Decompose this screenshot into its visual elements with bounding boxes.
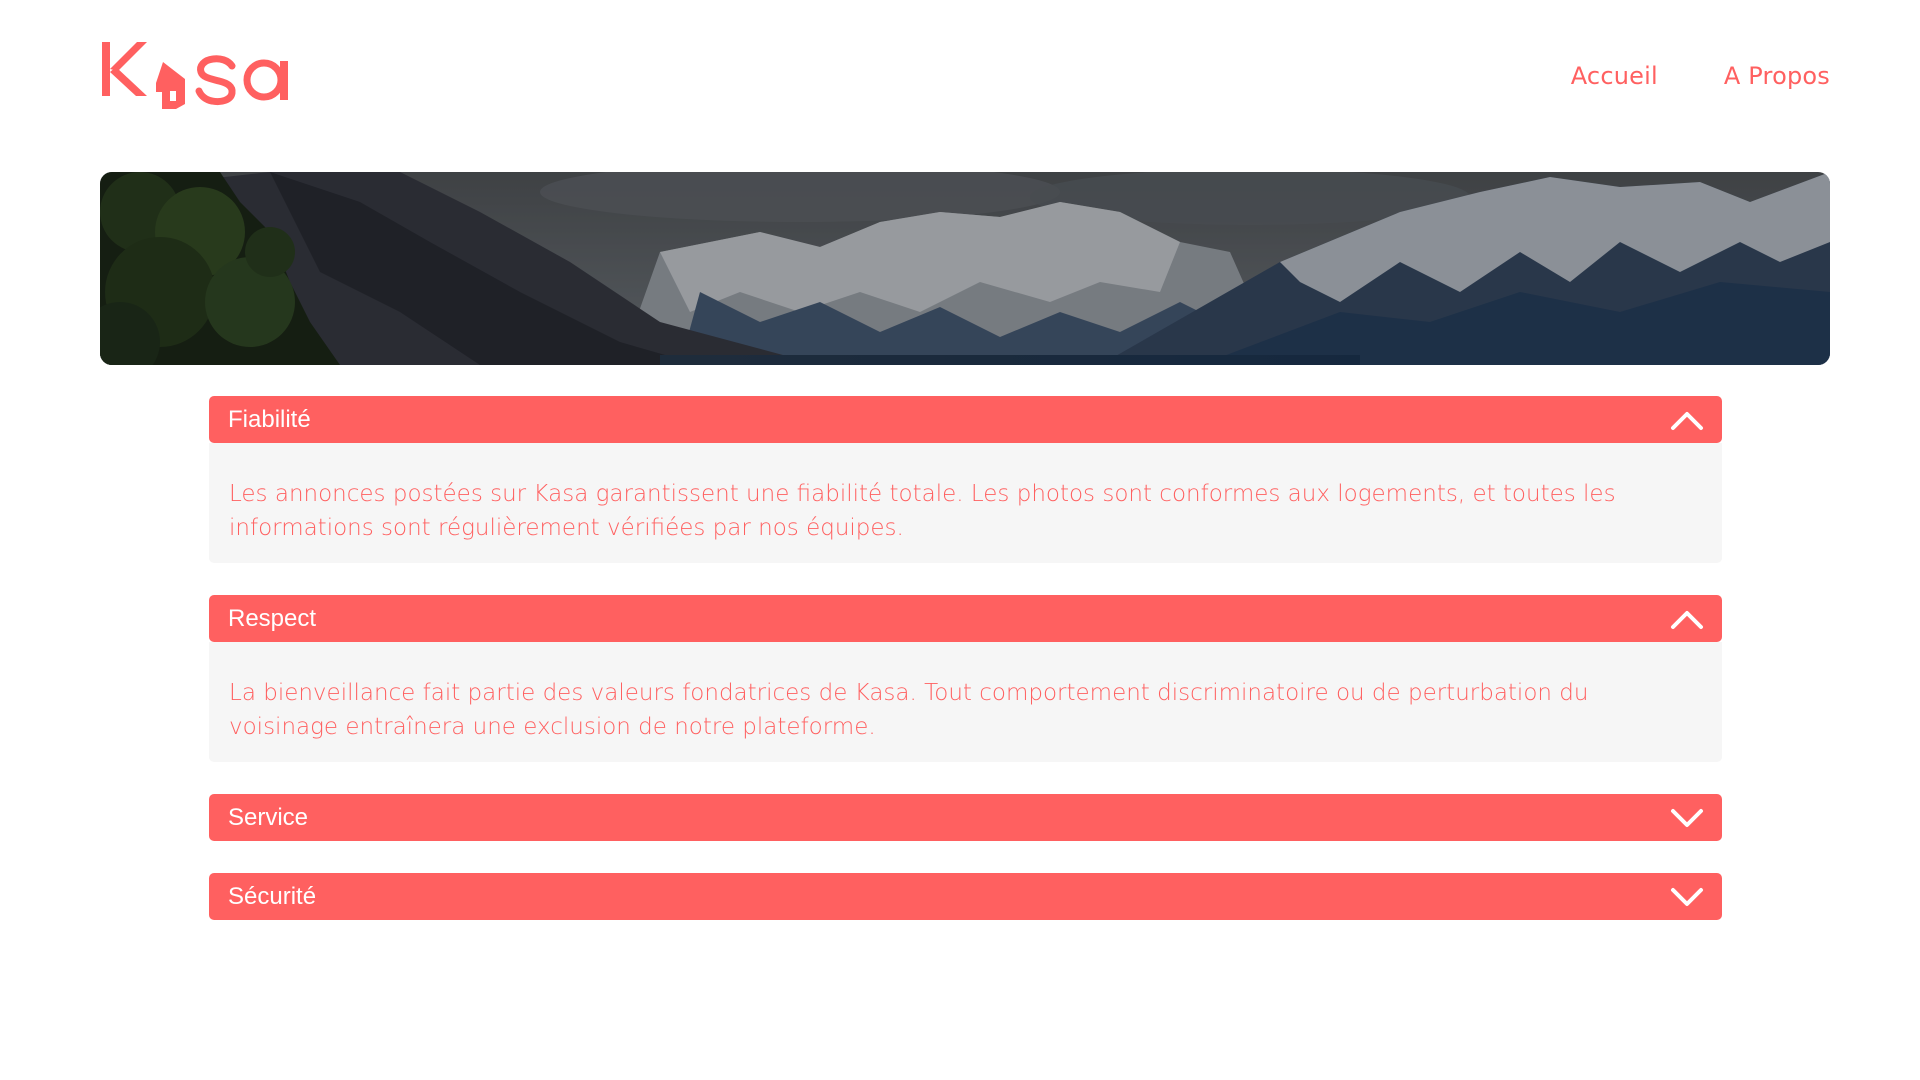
section-title: Respect — [228, 604, 317, 632]
chevron-down-icon[interactable] — [1670, 807, 1704, 829]
chevron-up-icon[interactable] — [1670, 409, 1704, 431]
main-nav: Accueil A Propos — [1571, 62, 1830, 90]
section-header-securite[interactable]: Sécurité — [209, 873, 1722, 920]
site-header: Accueil A Propos — [100, 38, 1830, 113]
section-title: Fiabilité — [228, 405, 311, 433]
section-content: La bienveillance fait partie des valeurs… — [209, 642, 1722, 762]
section-header-fiabilite[interactable]: Fiabilité — [209, 396, 1722, 443]
hero-banner — [100, 172, 1830, 365]
section-securite: Sécurité — [209, 873, 1722, 920]
section-content: Les annonces postées sur Kasa garantisse… — [209, 443, 1722, 563]
section-header-service[interactable]: Service — [209, 794, 1722, 841]
about-page: Accueil A Propos Fiabilité Les annonces … — [0, 0, 1920, 1080]
values-accordion: Fiabilité Les annonces postées sur Kasa … — [209, 396, 1722, 952]
section-header-respect[interactable]: Respect — [209, 595, 1722, 642]
section-respect: Respect La bienveillance fait partie des… — [209, 595, 1722, 762]
section-fiabilite: Fiabilité Les annonces postées sur Kasa … — [209, 396, 1722, 563]
section-title: Sécurité — [228, 882, 317, 910]
chevron-down-icon[interactable] — [1670, 886, 1704, 908]
nav-link-home[interactable]: Accueil — [1571, 62, 1658, 90]
nav-link-about[interactable]: A Propos — [1724, 62, 1830, 90]
section-title: Service — [228, 803, 309, 831]
kasa-logo[interactable] — [100, 38, 320, 113]
mountain-landscape-image — [100, 172, 1830, 365]
section-service: Service — [209, 794, 1722, 841]
chevron-up-icon[interactable] — [1670, 608, 1704, 630]
